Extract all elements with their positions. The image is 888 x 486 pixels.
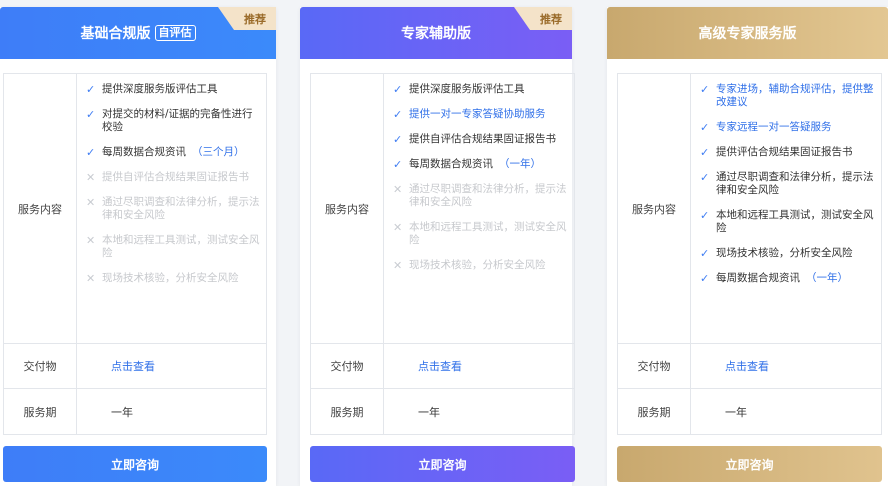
plan-tag: 自评估 <box>154 25 196 41</box>
check-icon: ✓ <box>700 146 710 159</box>
check-icon: ✓ <box>393 108 403 121</box>
plan-title: 专家辅助版 <box>401 26 471 42</box>
check-icon: ✓ <box>700 171 710 184</box>
check-icon: ✓ <box>700 121 710 134</box>
cross-icon: ✕ <box>86 234 96 247</box>
check-icon: ✓ <box>700 83 710 96</box>
feature-item: ✓ 现场技术核验，分析安全风险 <box>700 247 853 260</box>
feature-note: （一年） <box>499 158 541 170</box>
feature-item: ✓ 提供深度服务版评估工具 <box>393 83 525 96</box>
period-value: 一年 <box>725 405 747 419</box>
cross-icon: ✕ <box>86 272 96 285</box>
feature-item: ✓ 提供深度服务版评估工具 <box>86 83 218 96</box>
period-label: 服务期 <box>311 389 384 434</box>
feature-note: （一年） <box>806 272 848 284</box>
services-row: 服务内容 ✓ 专家进场，辅助合规评估，提供整改建议 ✓ 专家远程一对一答疑服务 ✓ 提… <box>618 74 881 344</box>
deliverables-label: 交付物 <box>618 344 691 388</box>
feature-item: ✓ 提供自评估合规结果固证报告书 <box>393 133 556 146</box>
consult-button[interactable]: 立即咨询 <box>617 446 882 482</box>
period-label: 服务期 <box>4 389 77 434</box>
plan-title: 基础合规版 <box>80 26 151 42</box>
feature-item: ✕ 现场技术核验，分析安全风险 <box>393 259 546 272</box>
cross-icon: ✕ <box>393 221 403 234</box>
feature-item: ✓ 本地和远程工具测试，测试安全风险 <box>700 209 874 234</box>
feature-item: ✓ 每周数据合规资讯 （一年） <box>393 158 541 171</box>
period-value: 一年 <box>111 405 133 419</box>
period-label: 服务期 <box>618 389 691 434</box>
check-icon: ✓ <box>86 83 96 96</box>
feature-item: ✓ 对提交的材料/证据的完备性进行校验 <box>86 108 253 133</box>
feature-item: ✕ 通过尽职调查和法律分析，提示法律和安全风险 <box>393 183 567 208</box>
consult-button[interactable]: 立即咨询 <box>3 446 267 482</box>
check-icon: ✓ <box>700 247 710 260</box>
period-value: 一年 <box>418 405 440 419</box>
plan-table: 服务内容 ✓ 专家进场，辅助合规评估，提供整改建议 ✓ 专家远程一对一答疑服务 ✓ 提… <box>617 73 882 435</box>
feature-item: ✕ 提供自评估合规结果固证报告书 <box>86 171 249 184</box>
period-row: 服务期 一年 <box>4 389 266 434</box>
check-icon: ✓ <box>86 108 96 121</box>
view-deliverables-link[interactable]: 点击查看 <box>111 358 155 374</box>
feature-note: （三个月） <box>192 146 245 158</box>
feature-item: ✓ 专家远程一对一答疑服务 <box>700 121 832 134</box>
period-row: 服务期 一年 <box>311 389 574 434</box>
cross-icon: ✕ <box>86 171 96 184</box>
plan-title: 高级专家服务版 <box>698 26 797 42</box>
feature-item: ✕ 通过尽职调查和法律分析，提示法律和安全风险 <box>86 196 260 221</box>
view-deliverables-link[interactable]: 点击查看 <box>725 358 769 374</box>
feature-item: ✓ 提供一对一专家答疑协助服务 <box>393 108 546 121</box>
deliverables-label: 交付物 <box>4 344 77 388</box>
feature-item: ✓ 每周数据合规资讯 （一年） <box>700 272 848 285</box>
plan-card-premium: 高级专家服务版 服务内容 ✓ 专家进场，辅助合规评估，提供整改建议 ✓ 专家远程一对… <box>607 7 888 486</box>
deliverables-label: 交付物 <box>311 344 384 388</box>
cross-icon: ✕ <box>393 259 403 272</box>
feature-list: ✓ 提供深度服务版评估工具 ✓ 提供一对一专家答疑协助服务 ✓ 提供自评估合规结果固证… <box>384 74 574 343</box>
check-icon: ✓ <box>393 158 403 171</box>
plan-table: 服务内容 ✓ 提供深度服务版评估工具 ✓ 对提交的材料/证据的完备性进行校验 ✓ 每周… <box>3 73 267 435</box>
feature-list: ✓ 提供深度服务版评估工具 ✓ 对提交的材料/证据的完备性进行校验 ✓ 每周数据合规资… <box>77 74 266 343</box>
cross-icon: ✕ <box>86 196 96 209</box>
recommend-ribbon: 推荐 <box>218 7 276 30</box>
deliverables-row: 交付物 点击查看 <box>311 344 574 389</box>
deliverables-row: 交付物 点击查看 <box>618 344 881 389</box>
plan-card-expert: 专家辅助版 推荐 服务内容 ✓ 提供深度服务版评估工具 ✓ 提供一对一专家答疑协助服… <box>300 7 575 486</box>
feature-item: ✕ 本地和远程工具测试，测试安全风险 <box>86 234 260 259</box>
feature-list: ✓ 专家进场，辅助合规评估，提供整改建议 ✓ 专家远程一对一答疑服务 ✓ 提供评估合规… <box>691 74 881 343</box>
recommend-ribbon: 推荐 <box>514 7 572 30</box>
services-label: 服务内容 <box>311 74 384 343</box>
view-deliverables-link[interactable]: 点击查看 <box>418 358 462 374</box>
check-icon: ✓ <box>700 272 710 285</box>
feature-item: ✓ 每周数据合规资讯 （三个月） <box>86 146 245 159</box>
feature-item: ✓ 通过尽职调查和法律分析，提示法律和安全风险 <box>700 171 874 196</box>
check-icon: ✓ <box>393 133 403 146</box>
check-icon: ✓ <box>86 146 96 159</box>
deliverables-row: 交付物 点击查看 <box>4 344 266 389</box>
services-label: 服务内容 <box>4 74 77 343</box>
services-row: 服务内容 ✓ 提供深度服务版评估工具 ✓ 提供一对一专家答疑协助服务 ✓ 提供自评估合… <box>311 74 574 344</box>
feature-item: ✓ 提供评估合规结果固证报告书 <box>700 146 853 159</box>
plan-header: 高级专家服务版 <box>607 7 888 59</box>
plan-card-basic: 基础合规版 自评估 推荐 服务内容 ✓ 提供深度服务版评估工具 ✓ 对提交的材料/证… <box>0 7 276 486</box>
plan-header: 专家辅助版 推荐 <box>300 7 572 59</box>
check-icon: ✓ <box>393 83 403 96</box>
period-row: 服务期 一年 <box>618 389 881 434</box>
feature-item: ✕ 现场技术核验，分析安全风险 <box>86 272 239 285</box>
consult-button[interactable]: 立即咨询 <box>310 446 575 482</box>
plan-header: 基础合规版 自评估 推荐 <box>0 7 276 59</box>
feature-item: ✕ 本地和远程工具测试，测试安全风险 <box>393 221 567 246</box>
check-icon: ✓ <box>700 209 710 222</box>
plan-table: 服务内容 ✓ 提供深度服务版评估工具 ✓ 提供一对一专家答疑协助服务 ✓ 提供自评估合… <box>310 73 575 435</box>
services-row: 服务内容 ✓ 提供深度服务版评估工具 ✓ 对提交的材料/证据的完备性进行校验 ✓ 每周… <box>4 74 266 344</box>
cross-icon: ✕ <box>393 183 403 196</box>
feature-item: ✓ 专家进场，辅助合规评估，提供整改建议 <box>700 83 874 108</box>
services-label: 服务内容 <box>618 74 691 343</box>
